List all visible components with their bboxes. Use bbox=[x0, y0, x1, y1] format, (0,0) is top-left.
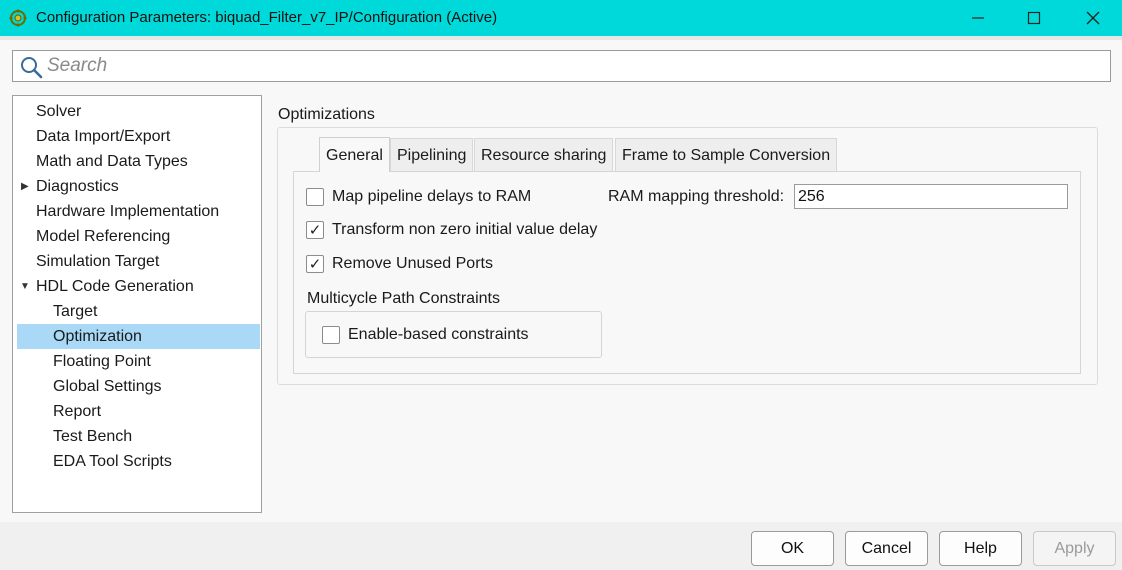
tree-item-label: Target bbox=[53, 303, 98, 320]
tree-item-label: Optimization bbox=[53, 328, 142, 345]
category-tree[interactable]: Solver Data Import/Export Math and Data … bbox=[12, 95, 262, 513]
tree-item-label: EDA Tool Scripts bbox=[53, 453, 172, 470]
tree-item-label: Solver bbox=[36, 103, 82, 120]
tree-item-report[interactable]: Report bbox=[17, 399, 260, 424]
tree-item-eda-tool-scripts[interactable]: EDA Tool Scripts bbox=[17, 449, 260, 474]
ok-button[interactable]: OK bbox=[751, 531, 834, 566]
tree-item-target[interactable]: Target bbox=[17, 299, 260, 324]
tab-resource-sharing[interactable]: Resource sharing bbox=[474, 138, 614, 171]
search-icon bbox=[21, 57, 43, 79]
tree-item-solver[interactable]: Solver bbox=[17, 99, 260, 124]
collapse-arrow-icon[interactable]: ▼ bbox=[20, 274, 30, 299]
tree-item-math-and-data-types[interactable]: Math and Data Types bbox=[17, 149, 260, 174]
panel-title: Optimizations bbox=[278, 106, 375, 123]
help-button[interactable]: Help bbox=[939, 531, 1022, 566]
remove-unused-ports-checkbox-row[interactable]: ✓ Remove Unused Ports bbox=[306, 253, 506, 275]
tab-frame-to-sample-conversion[interactable]: Frame to Sample Conversion bbox=[615, 138, 838, 171]
checkmark-icon: ✓ bbox=[308, 255, 322, 273]
close-icon bbox=[1086, 11, 1100, 25]
checkmark-icon: ✓ bbox=[308, 221, 322, 239]
tree-item-floating-point[interactable]: Floating Point bbox=[17, 349, 260, 374]
close-button[interactable] bbox=[1066, 0, 1120, 36]
tree-item-global-settings[interactable]: Global Settings bbox=[17, 374, 260, 399]
transform-delay-checkbox-row[interactable]: ✓ Transform non zero initial value delay bbox=[306, 219, 606, 241]
tree-item-label: HDL Code Generation bbox=[36, 278, 194, 295]
tree-item-label: Test Bench bbox=[53, 428, 133, 445]
tree-item-label: Diagnostics bbox=[36, 178, 119, 195]
window-title: Configuration Parameters: biquad_Filter_… bbox=[36, 9, 498, 26]
tree-item-model-referencing[interactable]: Model Referencing bbox=[17, 224, 260, 249]
ram-mapping-threshold-label: RAM mapping threshold: bbox=[608, 188, 785, 205]
enable-based-constraints-checkbox[interactable] bbox=[322, 326, 340, 344]
tree-item-test-bench[interactable]: Test Bench bbox=[17, 424, 260, 449]
tree-item-label: Report bbox=[53, 403, 102, 420]
transform-delay-checkbox[interactable]: ✓ bbox=[306, 221, 324, 239]
search-box[interactable] bbox=[12, 50, 1111, 82]
remove-unused-ports-checkbox[interactable]: ✓ bbox=[306, 255, 324, 273]
tab-general[interactable]: General bbox=[319, 137, 390, 172]
tree-item-label: Floating Point bbox=[53, 353, 151, 370]
enable-based-constraints-label: Enable-based constraints bbox=[348, 326, 529, 343]
remove-unused-ports-label: Remove Unused Ports bbox=[332, 255, 493, 272]
tree-item-label: Simulation Target bbox=[36, 253, 160, 270]
transform-delay-label: Transform non zero initial value delay bbox=[332, 221, 598, 238]
apply-button[interactable]: Apply bbox=[1033, 531, 1116, 566]
cancel-button[interactable]: Cancel bbox=[845, 531, 928, 566]
tree-item-optimization[interactable]: Optimization bbox=[17, 324, 260, 349]
tab-pipelining[interactable]: Pipelining bbox=[390, 138, 474, 171]
title-bar-divider bbox=[0, 36, 1122, 40]
tree-item-simulation-target[interactable]: Simulation Target bbox=[17, 249, 260, 274]
search-input[interactable] bbox=[47, 53, 1097, 79]
simulink-app-icon bbox=[9, 9, 27, 27]
map-pipeline-delays-checkbox[interactable] bbox=[306, 188, 324, 206]
tree-item-label: Data Import/Export bbox=[36, 128, 171, 145]
enable-based-constraints-checkbox-row[interactable]: Enable-based constraints bbox=[322, 324, 542, 346]
tree-item-label: Model Referencing bbox=[36, 228, 171, 245]
tree-item-hardware-implementation[interactable]: Hardware Implementation bbox=[17, 199, 260, 224]
tree-item-hdl-code-generation[interactable]: ▼ HDL Code Generation bbox=[17, 274, 260, 299]
title-bar: Configuration Parameters: biquad_Filter_… bbox=[0, 0, 1122, 36]
minimize-button[interactable] bbox=[951, 0, 1005, 36]
multicycle-path-constraints-label: Multicycle Path Constraints bbox=[307, 290, 500, 307]
minimize-icon bbox=[972, 17, 984, 19]
tree-item-data-import-export[interactable]: Data Import/Export bbox=[17, 124, 260, 149]
ram-mapping-threshold-input[interactable] bbox=[794, 184, 1068, 209]
tree-item-label: Global Settings bbox=[53, 378, 162, 395]
tree-item-diagnostics[interactable]: ▶ Diagnostics bbox=[17, 174, 260, 199]
expand-arrow-icon[interactable]: ▶ bbox=[21, 174, 29, 199]
tree-item-label: Hardware Implementation bbox=[36, 203, 220, 220]
maximize-icon bbox=[1027, 11, 1041, 25]
map-pipeline-delays-checkbox-row[interactable]: Map pipeline delays to RAM bbox=[306, 186, 546, 208]
maximize-button[interactable] bbox=[1007, 0, 1061, 36]
tree-item-label: Math and Data Types bbox=[36, 153, 188, 170]
map-pipeline-delays-label: Map pipeline delays to RAM bbox=[332, 188, 532, 205]
